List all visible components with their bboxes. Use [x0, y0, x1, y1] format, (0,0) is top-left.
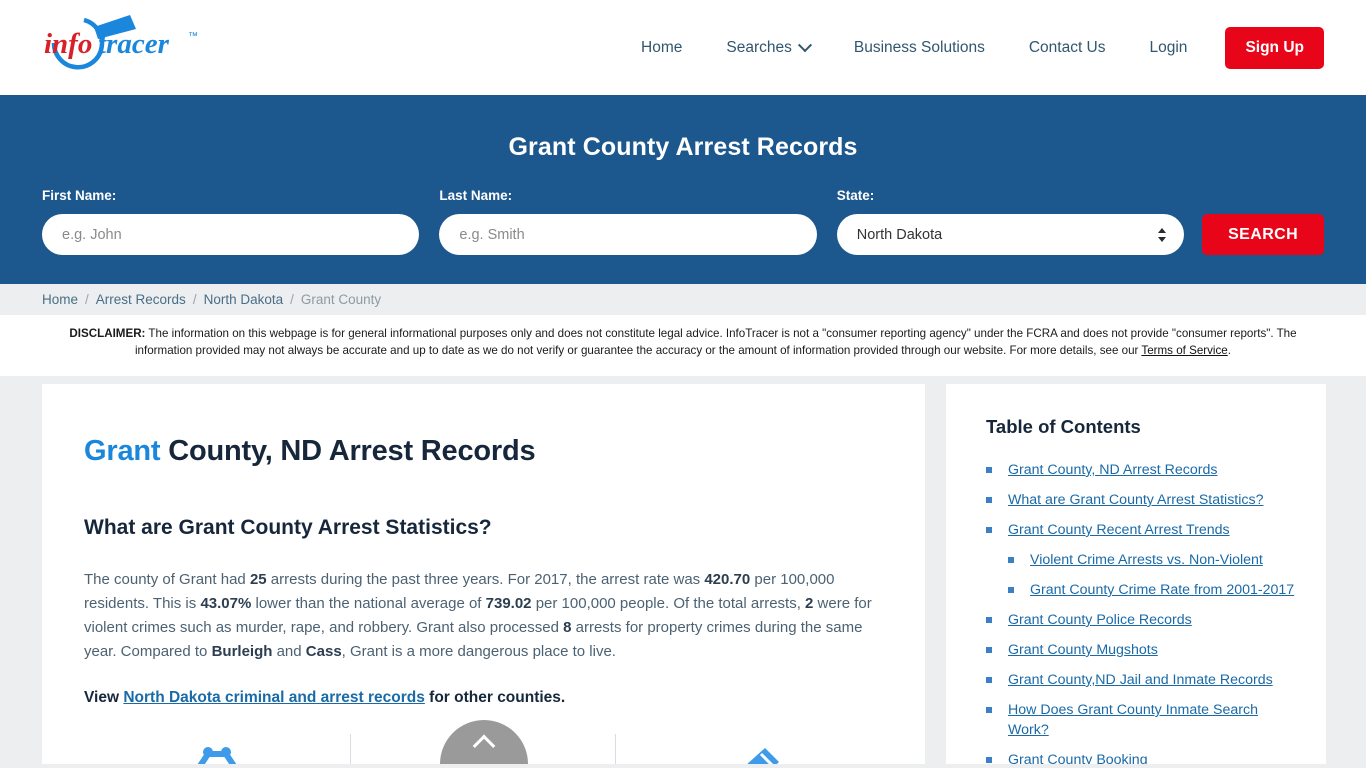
- para-part: , Grant is a more dangerous place to liv…: [341, 643, 616, 660]
- nav-item-searches[interactable]: Searches: [704, 31, 831, 65]
- toc-list-item: How Does Grant County Inmate Search Work…: [986, 700, 1296, 740]
- content-area: Grant County, ND Arrest Records What are…: [0, 376, 1366, 764]
- breadcrumb: Home / Arrest Records / North Dakota / G…: [0, 284, 1366, 315]
- banner-title: Grant County Arrest Records: [508, 133, 858, 161]
- toc-link-booking[interactable]: Grant County Booking: [1008, 752, 1148, 764]
- toc-link-police-records[interactable]: Grant County Police Records: [1008, 612, 1192, 628]
- infotracer-logo[interactable]: info tracer ™: [42, 13, 252, 83]
- nav-item-home[interactable]: Home: [619, 31, 704, 65]
- view-other-counties-line: View North Dakota criminal and arrest re…: [84, 689, 881, 707]
- para-part: arrests during the past three years. For…: [266, 571, 705, 588]
- terms-of-service-link[interactable]: Terms of Service: [1141, 344, 1227, 357]
- chevron-down-icon: [797, 37, 812, 52]
- first-name-label: First Name:: [42, 188, 117, 203]
- nav-item-business-solutions[interactable]: Business Solutions: [832, 31, 1007, 65]
- breadcrumb-item-north-dakota[interactable]: North Dakota: [204, 292, 284, 307]
- breadcrumb-item-arrest-records[interactable]: Arrest Records: [96, 292, 186, 307]
- nav-label: Searches: [726, 38, 792, 56]
- toc-link-arrest-records[interactable]: Grant County, ND Arrest Records: [1008, 462, 1217, 478]
- north-dakota-records-link[interactable]: North Dakota criminal and arrest records: [123, 689, 425, 706]
- stat-arrests-total: 25: [249, 571, 267, 588]
- breadcrumb-separator: /: [85, 292, 89, 307]
- stat-arrest-rate: 420.70: [704, 571, 751, 588]
- article-card: Grant County, ND Arrest Records What are…: [42, 384, 925, 764]
- nav-label: Home: [641, 38, 683, 56]
- nav-label: Login: [1149, 38, 1188, 56]
- last-name-field-group: Last Name:: [439, 188, 817, 255]
- search-button[interactable]: SEARCH: [1202, 214, 1324, 255]
- first-name-input[interactable]: [42, 214, 420, 255]
- page-title-highlight: Grant: [84, 435, 161, 467]
- last-name-label: Last Name:: [439, 188, 513, 203]
- nav-item-login[interactable]: Login: [1128, 31, 1210, 65]
- toc-link-inmate-search-work[interactable]: How Does Grant County Inmate Search Work…: [1008, 702, 1258, 738]
- handcuffs-icon: [197, 747, 237, 764]
- toc-link-mugshots[interactable]: Grant County Mugshots: [1008, 642, 1158, 658]
- stat-percent-lower: 43.07%: [200, 595, 252, 612]
- logo-icon: info tracer ™: [44, 14, 198, 69]
- scroll-to-top-button[interactable]: [439, 720, 528, 764]
- toc-list-item: Grant County, ND Arrest Records: [986, 460, 1296, 480]
- feature-cell-arrest-records: [84, 732, 350, 764]
- stat-national-average: 739.02: [485, 595, 532, 612]
- toc-list-item: Violent Crime Arrests vs. Non-Violent: [986, 550, 1296, 570]
- toc-link-violent-vs-nonviolent[interactable]: Violent Crime Arrests vs. Non-Violent: [1030, 552, 1263, 568]
- state-field-group: State: North Dakota: [836, 188, 1185, 255]
- para-part: and: [272, 643, 306, 660]
- state-label: State:: [836, 188, 875, 203]
- chevron-up-icon: [472, 734, 495, 757]
- last-name-input[interactable]: [439, 214, 817, 255]
- para-part: The county of Grant had: [84, 571, 250, 588]
- toc-link-recent-arrest-trends[interactable]: Grant County Recent Arrest Trends: [1008, 522, 1230, 538]
- toc-list-item: Grant County Mugshots: [986, 640, 1296, 660]
- toc-list-item: Grant County Recent Arrest Trends: [986, 520, 1296, 540]
- sign-up-button[interactable]: Sign Up: [1225, 26, 1324, 69]
- breadcrumb-item-home[interactable]: Home: [42, 292, 78, 307]
- section-heading-statistics: What are Grant County Arrest Statistics?: [84, 516, 492, 539]
- page-title-rest: County, ND Arrest Records: [160, 435, 536, 467]
- disclaimer-text: The information on this webpage is for g…: [134, 327, 1297, 357]
- disclaimer-period: .: [1227, 344, 1231, 357]
- toc-list: Grant County, ND Arrest Records What are…: [986, 460, 1296, 764]
- pen-icon: [747, 748, 780, 764]
- breadcrumb-separator: /: [192, 292, 197, 307]
- toc-title: Table of Contents: [986, 416, 1141, 437]
- first-name-field-group: First Name:: [42, 188, 420, 255]
- nav-item-contact-us[interactable]: Contact Us: [1007, 31, 1128, 65]
- svg-text:tracer: tracer: [98, 28, 170, 60]
- toc-link-jail-and-inmate-records[interactable]: Grant County,ND Jail and Inmate Records: [1008, 672, 1273, 688]
- toc-list-item: Grant County Police Records: [986, 610, 1296, 630]
- compare-county-a: Burleigh: [211, 643, 273, 660]
- toc-link-crime-rate-2001-2017[interactable]: Grant County Crime Rate from 2001-2017: [1030, 582, 1294, 598]
- toc-list-item: Grant County Crime Rate from 2001-2017: [986, 580, 1296, 600]
- view-suffix: for other counties.: [424, 689, 566, 706]
- disclaimer-bar: DISCLAIMER: The information on this webp…: [0, 315, 1366, 376]
- main-navigation: Home Searches Business Solutions Contact…: [619, 26, 1324, 69]
- search-banner: Grant County Arrest Records First Name: …: [0, 95, 1366, 284]
- para-part: per 100,000 people. Of the total arrests…: [531, 595, 806, 612]
- state-select[interactable]: North Dakota: [836, 214, 1185, 255]
- view-prefix: View: [84, 689, 124, 706]
- breadcrumb-separator: /: [290, 292, 294, 307]
- svg-text:info: info: [44, 28, 92, 60]
- page-title: Grant County, ND Arrest Records: [84, 435, 881, 468]
- toc-list-item: Grant County Booking: [986, 750, 1296, 764]
- svg-text:™: ™: [188, 31, 198, 42]
- disclaimer-label: DISCLAIMER:: [69, 327, 146, 340]
- toc-list-item: Grant County,ND Jail and Inmate Records: [986, 670, 1296, 690]
- toc-link-arrest-statistics[interactable]: What are Grant County Arrest Statistics?: [1008, 492, 1263, 508]
- nav-label: Business Solutions: [853, 38, 985, 56]
- breadcrumb-item-grant-county: Grant County: [300, 292, 382, 307]
- table-of-contents-card: Table of Contents Grant County, ND Arres…: [946, 384, 1326, 764]
- compare-county-b: Cass: [305, 643, 342, 660]
- site-header: info tracer ™ Home Searches Business Sol…: [0, 0, 1366, 95]
- arrest-search-form: First Name: Last Name: State: North Dako…: [42, 188, 1324, 255]
- nav-label: Contact Us: [1028, 38, 1106, 56]
- state-select-wrapper: North Dakota: [836, 214, 1185, 255]
- para-part: lower than the national average of: [251, 595, 486, 612]
- statistics-paragraph: The county of Grant had 25 arrests durin…: [84, 568, 881, 664]
- toc-list-item: What are Grant County Arrest Statistics?: [986, 490, 1296, 510]
- feature-cell-records-pen: [615, 732, 881, 764]
